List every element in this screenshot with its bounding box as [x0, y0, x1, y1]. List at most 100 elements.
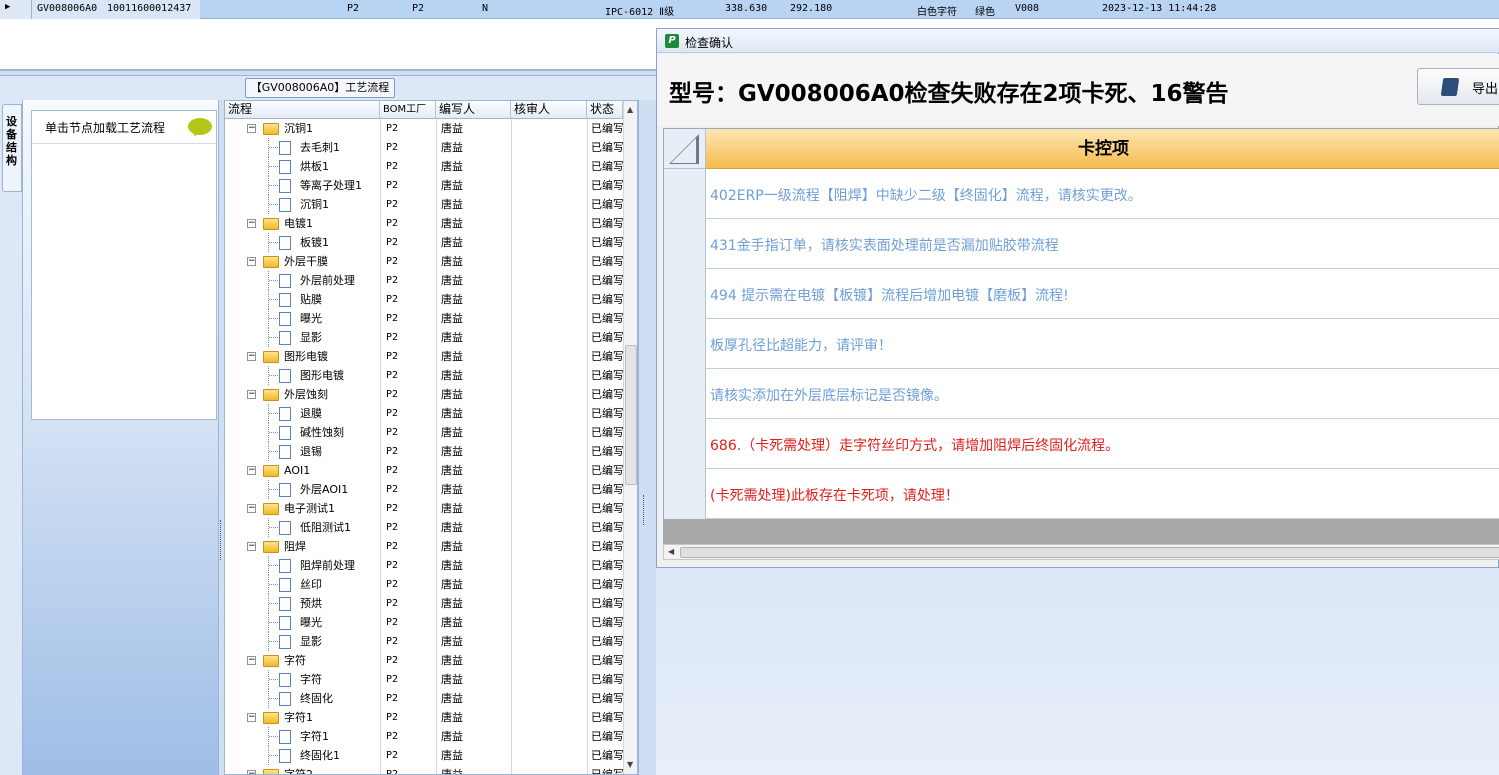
grid-cell-flag[interactable]: N — [482, 3, 488, 14]
grid-cell-factory2[interactable]: P2 — [412, 3, 424, 14]
collapse-toggle-icon[interactable]: − — [247, 466, 256, 475]
tree-node[interactable]: 烘板1 — [225, 157, 380, 176]
tree-row[interactable]: − 字符1 P2 唐益 已编写 — [225, 708, 623, 727]
grid-cell-height[interactable]: 292.180 — [790, 3, 832, 14]
tree-node[interactable]: 显影 — [225, 632, 380, 651]
collapse-toggle-icon[interactable]: − — [247, 504, 256, 513]
tree-row[interactable]: 等离子处理1 P2 唐益 已编写 — [225, 176, 623, 195]
tree-node[interactable]: 终固化 — [225, 689, 380, 708]
col-header-bom[interactable]: BOM工厂 — [380, 101, 436, 119]
tree-row[interactable]: 预烘 P2 唐益 已编写 — [225, 594, 623, 613]
control-item-row[interactable]: 板厚孔径比超能力，请评审！ — [664, 319, 1499, 369]
tree-row[interactable]: 字符 P2 唐益 已编写 — [225, 670, 623, 689]
tree-row[interactable]: 退膜 P2 唐益 已编写 — [225, 404, 623, 423]
tree-row[interactable]: − 电镀1 P2 唐益 已编写 — [225, 214, 623, 233]
col-header-control-item[interactable]: 卡控项 — [706, 129, 1499, 169]
tree-node[interactable]: − 图形电镀 — [225, 347, 380, 366]
tree-node[interactable]: 字符1 — [225, 727, 380, 746]
tree-row[interactable]: 烘板1 P2 唐益 已编写 — [225, 157, 623, 176]
tree-node[interactable]: 终固化1 — [225, 746, 380, 765]
control-item-row[interactable]: 402ERP一级流程【阻焊】中缺少二级【终固化】流程，请核实更改。 — [664, 169, 1499, 219]
tree-row[interactable]: 板镀1 P2 唐益 已编写 — [225, 233, 623, 252]
tree-row[interactable]: 退锡 P2 唐益 已编写 — [225, 442, 623, 461]
tree-row[interactable]: − 外层蚀刻 P2 唐益 已编写 — [225, 385, 623, 404]
tree-row[interactable]: − 沉铜1 P2 唐益 已编写 — [225, 119, 623, 138]
export-button[interactable]: 导出 — [1417, 68, 1499, 105]
tree-row[interactable]: 阻焊前处理 P2 唐益 已编写 — [225, 556, 623, 575]
tree-row[interactable]: − 外层干膜 P2 唐益 已编写 — [225, 252, 623, 271]
tree-node[interactable]: − 字符1 — [225, 708, 380, 727]
tree-node[interactable]: − 字符 — [225, 651, 380, 670]
tree-node[interactable]: 低阻测试1 — [225, 518, 380, 537]
tree-node[interactable]: − AOI1 — [225, 461, 380, 480]
control-item-row[interactable]: 686.（卡死需处理）走字符丝印方式，请增加阻焊后终固化流程。 — [664, 419, 1499, 469]
collapse-toggle-icon[interactable]: − — [247, 390, 256, 399]
grid-corner-select-all[interactable] — [664, 129, 706, 169]
tree-node[interactable]: − 阻焊 — [225, 537, 380, 556]
grid-cell-version[interactable]: V008 — [1015, 3, 1039, 14]
control-item-row[interactable]: 494 提示需在电镀【板镀】流程后增加电镀【磨板】流程! — [664, 269, 1499, 319]
tree-node[interactable]: 碱性蚀刻 — [225, 423, 380, 442]
row-header[interactable] — [664, 319, 706, 369]
grid-cell-char-color[interactable]: 白色字符 — [917, 3, 957, 18]
tree-node[interactable]: 沉铜1 — [225, 195, 380, 214]
collapse-toggle-icon[interactable]: − — [247, 713, 256, 722]
tree-row[interactable]: 贴膜 P2 唐益 已编写 — [225, 290, 623, 309]
tree-node[interactable]: − 外层蚀刻 — [225, 385, 380, 404]
row-header[interactable] — [664, 219, 706, 269]
row-header[interactable] — [664, 169, 706, 219]
side-tab-equipment[interactable]: 设备结构 — [2, 104, 22, 192]
collapse-toggle-icon[interactable]: − — [247, 257, 256, 266]
collapse-toggle-icon[interactable]: − — [247, 656, 256, 665]
tree-node[interactable]: 等离子处理1 — [225, 176, 380, 195]
tree-row[interactable]: 曝光 P2 唐益 已编写 — [225, 613, 623, 632]
tree-vertical-scrollbar[interactable]: ▲ ▼ — [623, 101, 637, 774]
grid-cell-factory[interactable]: P2 — [347, 3, 359, 14]
tree-row[interactable]: 外层AOI1 P2 唐益 已编写 — [225, 480, 623, 499]
tree-row[interactable]: − 字符2 P2 唐益 已编写 — [225, 765, 623, 774]
tree-row[interactable]: 去毛刺1 P2 唐益 已编写 — [225, 138, 623, 157]
tree-row[interactable]: 字符1 P2 唐益 已编写 — [225, 727, 623, 746]
tree-node[interactable]: 字符 — [225, 670, 380, 689]
tree-row[interactable]: − 电子测试1 P2 唐益 已编写 — [225, 499, 623, 518]
scroll-thumb[interactable] — [680, 547, 1499, 558]
dialog-titlebar[interactable]: P 检查确认 — [657, 29, 1499, 53]
tree-node[interactable]: 外层AOI1 — [225, 480, 380, 499]
grid-cell-model[interactable]: GV008006A0 — [37, 3, 97, 14]
tree-row[interactable]: − 字符 P2 唐益 已编写 — [225, 651, 623, 670]
tree-row[interactable]: − 图形电镀 P2 唐益 已编写 — [225, 347, 623, 366]
horizontal-splitter[interactable] — [0, 70, 656, 76]
tree-node[interactable]: 去毛刺1 — [225, 138, 380, 157]
collapse-toggle-icon[interactable]: − — [247, 219, 256, 228]
tree-row[interactable]: 外层前处理 P2 唐益 已编写 — [225, 271, 623, 290]
col-header-reviewer[interactable]: 核审人 — [511, 101, 587, 119]
tree-node[interactable]: 阻焊前处理 — [225, 556, 380, 575]
scroll-thumb[interactable] — [625, 345, 637, 485]
tree-node[interactable]: 显影 — [225, 328, 380, 347]
row-header[interactable] — [664, 369, 706, 419]
dialog-horizontal-scrollbar[interactable]: ◀ — [663, 544, 1499, 560]
tree-node[interactable]: 板镀1 — [225, 233, 380, 252]
tree-node[interactable]: 退膜 — [225, 404, 380, 423]
tree-row[interactable]: − 阻焊 P2 唐益 已编写 — [225, 537, 623, 556]
tree-row[interactable]: 终固化1 P2 唐益 已编写 — [225, 746, 623, 765]
vertical-splitter-right[interactable] — [638, 100, 656, 775]
tree-row[interactable]: 丝印 P2 唐益 已编写 — [225, 575, 623, 594]
grid-cell-mask-color[interactable]: 绿色 — [975, 3, 995, 18]
tree-node[interactable]: 丝印 — [225, 575, 380, 594]
tree-node[interactable]: 退锡 — [225, 442, 380, 461]
col-header-status[interactable]: 状态 — [587, 101, 623, 119]
row-header[interactable] — [664, 269, 706, 319]
tree-row[interactable]: 碱性蚀刻 P2 唐益 已编写 — [225, 423, 623, 442]
tree-row[interactable]: 显影 P2 唐益 已编写 — [225, 632, 623, 651]
collapse-toggle-icon[interactable]: − — [247, 124, 256, 133]
scroll-left-arrow-icon[interactable]: ◀ — [668, 547, 674, 556]
row-header[interactable] — [664, 469, 706, 519]
tree-node[interactable]: − 电子测试1 — [225, 499, 380, 518]
control-item-row[interactable]: 431金手指订单，请核实表面处理前是否漏加贴胶带流程 — [664, 219, 1499, 269]
tree-row[interactable]: 终固化 P2 唐益 已编写 — [225, 689, 623, 708]
tree-row[interactable]: 沉铜1 P2 唐益 已编写 — [225, 195, 623, 214]
tree-row[interactable]: 图形电镀 P2 唐益 已编写 — [225, 366, 623, 385]
grid-cell-width[interactable]: 338.630 — [725, 3, 767, 14]
tree-node[interactable]: 曝光 — [225, 309, 380, 328]
